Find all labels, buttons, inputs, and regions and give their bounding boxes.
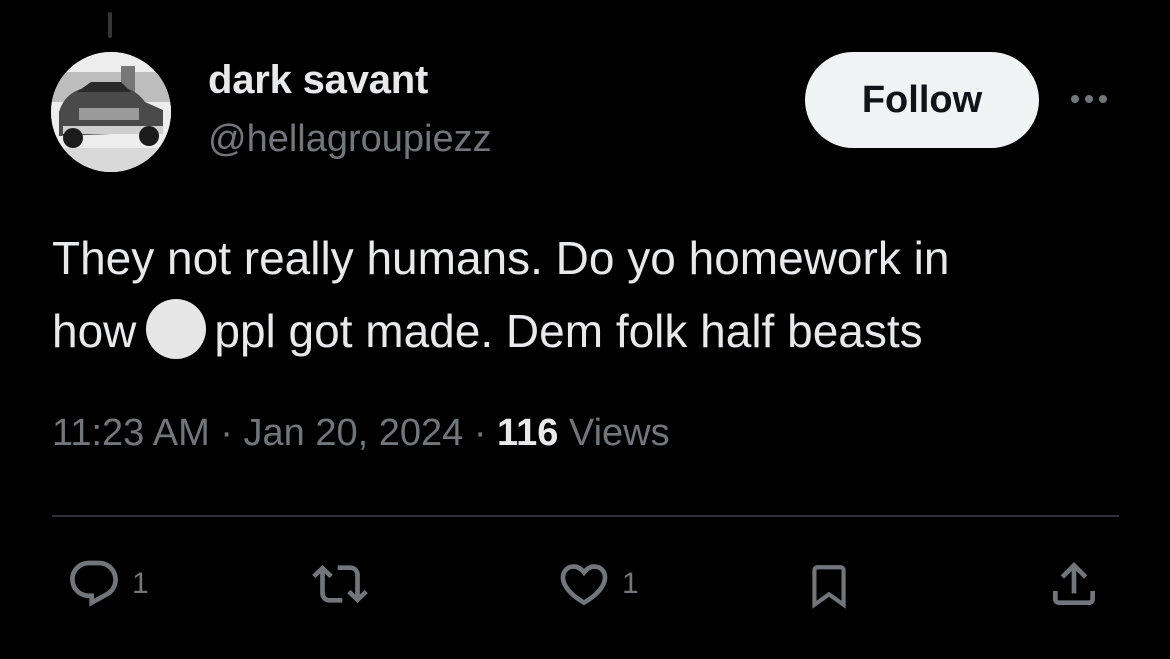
tweet-text: They not really humans. Do yo homework i… [52, 222, 1132, 368]
avatar[interactable] [51, 52, 171, 172]
share-icon [1053, 562, 1095, 605]
bookmark-icon [812, 565, 846, 609]
thread-connector-line [108, 12, 112, 38]
views-label: Views [568, 412, 670, 454]
bookmark-button[interactable] [804, 556, 854, 616]
tweet-meta: 11:23 AM · Jan 20, 2024 · 116 Views [52, 412, 670, 455]
meta-separator: · [473, 412, 487, 454]
tweet-word-how: how [52, 305, 137, 357]
tweet-line-2: how ppl got made. Dem folk half beasts [52, 295, 1132, 368]
share-button[interactable] [1046, 556, 1102, 612]
white-circle-emoji-icon [146, 299, 207, 359]
author-display-name[interactable]: dark savant [208, 58, 428, 103]
avatar-car-image [51, 52, 171, 172]
author-handle[interactable]: @hellagroupiezz [208, 118, 492, 161]
tweet-time[interactable]: 11:23 AM [52, 412, 210, 454]
views-count: 116 [497, 412, 559, 454]
like-button[interactable]: 1 [556, 556, 639, 612]
reply-count: 1 [132, 567, 149, 600]
reply-icon [70, 560, 118, 607]
like-count: 1 [622, 567, 639, 600]
more-options-icon[interactable] [1064, 84, 1114, 114]
heart-icon [560, 564, 608, 606]
follow-button[interactable]: Follow [805, 52, 1039, 148]
retweet-button[interactable] [304, 556, 376, 612]
tweet-date[interactable]: Jan 20, 2024 [244, 412, 464, 454]
meta-separator: · [220, 412, 233, 454]
retweet-icon [312, 565, 368, 603]
tweet-line-2-rest: ppl got made. Dem folk half beasts [214, 305, 923, 357]
reply-button[interactable]: 1 [66, 556, 149, 612]
divider [52, 515, 1119, 517]
tweet-line-1: They not really humans. Do yo homework i… [52, 232, 950, 284]
